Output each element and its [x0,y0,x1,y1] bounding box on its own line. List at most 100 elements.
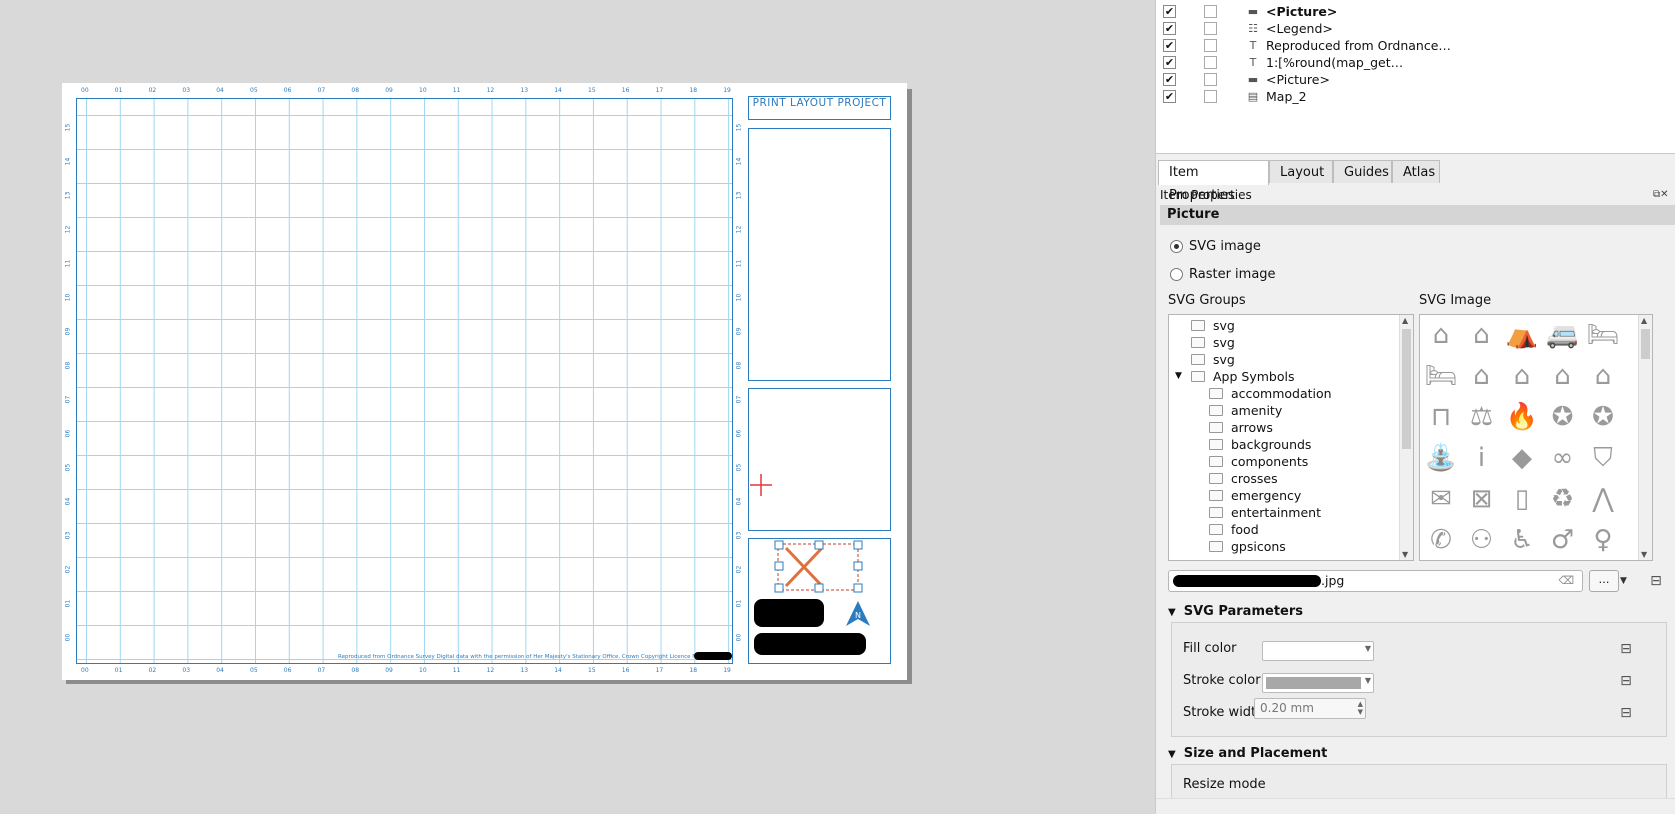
stroke-color-override-icon[interactable]: ⊟ [1616,673,1636,689]
shelter-icon[interactable]: ⌂ [1422,316,1460,354]
stroke-color-button[interactable]: ▼ [1262,673,1374,693]
post-office-icon[interactable]: ⊠ [1463,480,1501,518]
grid-x-label: 04 [216,87,224,94]
tree-item[interactable]: gpsicons [1209,538,1286,555]
bed-icon[interactable]: 🛏 [1422,357,1460,395]
visibility-checkbox[interactable]: ✔ [1163,90,1176,103]
spin-arrows-icon[interactable]: ▲ ▼ [1358,700,1363,716]
handcuffs-icon[interactable]: ∞ [1544,439,1582,477]
caravan-icon[interactable]: 🚐 [1544,316,1582,354]
hostel-icon[interactable]: 🛏 [1584,316,1622,354]
layer-row[interactable]: ✔ ▬ <Picture> [1156,3,1675,21]
layer-row[interactable]: ✔ T Reproduced from Ordnance… [1156,37,1675,55]
stroke-width-spinbox[interactable]: 0.20 mm ▲ ▼ [1254,698,1366,719]
dock-float-close-icons[interactable]: ⧉✕ [1653,189,1669,200]
layer-row[interactable]: ✔ T 1:[%round(map_get… [1156,54,1675,72]
browse-button[interactable]: … [1589,570,1619,592]
panel-horizontal-scrollbar[interactable] [1156,798,1675,814]
lock-checkbox[interactable] [1204,90,1217,103]
shelter-rain-icon[interactable]: ⌂ [1503,357,1541,395]
data-defined-override-icon[interactable]: ⊟ [1646,573,1666,589]
lock-checkbox[interactable] [1204,73,1217,86]
map-item[interactable] [76,98,733,664]
scales-icon[interactable]: ⚖ [1463,398,1501,436]
stroke-width-override-icon[interactable]: ⊟ [1616,705,1636,721]
tree-item[interactable]: accommodation [1209,385,1332,402]
chalet-icon[interactable]: ⌂ [1584,357,1622,395]
layer-row[interactable]: ✔ ▬ <Picture> [1156,71,1675,89]
recycling-icon[interactable]: ♻ [1544,480,1582,518]
selected-picture-placeholder[interactable] [774,540,864,594]
envelope-icon[interactable]: ✉ [1422,480,1460,518]
tree-item[interactable]: food [1209,521,1259,538]
fill-color-button[interactable]: ▼ [1262,641,1374,661]
lock-checkbox[interactable] [1204,39,1217,52]
tree-item[interactable]: crosses [1209,470,1278,487]
raster-image-radio[interactable] [1170,268,1183,281]
fountain-icon[interactable]: ⛲ [1422,439,1460,477]
female-wc-icon[interactable]: ♀ [1584,521,1622,559]
fire-station-icon[interactable]: ✪ [1584,398,1622,436]
picture-item[interactable] [748,388,891,531]
male-wc-icon[interactable]: ♂ [1544,521,1582,559]
bench-icon[interactable]: ⊓ [1422,398,1460,436]
tree-item[interactable]: ▼ App Symbols [1175,368,1294,385]
visibility-checkbox[interactable]: ✔ [1163,73,1176,86]
fire-station-icon[interactable]: ✪ [1544,398,1582,436]
tree-item[interactable]: svg [1191,334,1235,351]
svg-groups-tree[interactable]: svg svg svg ▼ App Symbols accommodation amenit… [1168,314,1414,561]
toilets-icon[interactable]: ⚇ [1463,521,1501,559]
tree-item[interactable]: backgrounds [1209,436,1311,453]
visibility-checkbox[interactable]: ✔ [1163,5,1176,18]
tree-item[interactable]: svg [1191,351,1235,368]
lock-checkbox[interactable] [1204,56,1217,69]
tab-item-properties[interactable]: Item Properties [1158,160,1269,203]
visibility-checkbox[interactable]: ✔ [1163,39,1176,52]
icon-grid-scrollbar[interactable]: ▲ ▼ [1638,315,1652,560]
svg-image-grid[interactable]: ⌂ ⌂ ⛺ 🚐 🛏 🛏 ⌂ ⌂ ⌂ ⌂ ⊓ ⚖ 🔥 ✪ ✪ ⛲ i ◆ ∞ ⛉ ✉ ⊠ ▯ ♻ ⋀ ✆ ⚇ ♿ ♂ ♀ ▲ ▼ [1419,314,1653,561]
police-icon[interactable]: ⛉ [1584,439,1622,477]
grid-x-label: 08 [351,87,360,94]
information-icon[interactable]: i [1463,439,1501,477]
image-path-field[interactable]: .jpg ⌫ [1168,570,1583,592]
tree-item[interactable]: entertainment [1209,504,1321,521]
telephone-icon[interactable]: ✆ [1422,521,1460,559]
tab-layout[interactable]: Layout [1269,160,1333,183]
book-icon[interactable]: ◆ [1503,439,1541,477]
title-label[interactable]: PRINT LAYOUT PROJECT [748,96,891,120]
browse-dropdown-icon[interactable]: ▼ [1620,570,1630,592]
lock-checkbox[interactable] [1204,22,1217,35]
info-box[interactable]: N [748,538,891,664]
tree-item[interactable]: amenity [1209,402,1282,419]
expand-arrow-icon[interactable]: ▼ [1175,368,1182,385]
lock-checkbox[interactable] [1204,5,1217,18]
svg-parameters-header[interactable]: ▼ SVG Parameters [1168,604,1303,619]
clear-path-icon[interactable]: ⌫ [1558,574,1574,587]
visibility-checkbox[interactable]: ✔ [1163,56,1176,69]
credit-text[interactable]: Reproduced from Ordnance Survey Digital … [338,654,707,660]
layout-canvas[interactable]: 00 01 02 03 04 05 06 07 08 09 10 11 12 13 14 15 16 17 18 19… [0,0,1155,813]
visibility-checkbox[interactable]: ✔ [1163,22,1176,35]
tent-icon[interactable]: ⛺ [1503,316,1541,354]
tree-scrollbar[interactable]: ▲ ▼ [1399,315,1413,560]
shelter-rain-icon[interactable]: ⌂ [1544,357,1582,395]
layer-row[interactable]: ✔ ☷ <Legend> [1156,20,1675,38]
fire-icon[interactable]: 🔥 [1503,398,1541,436]
fill-color-override-icon[interactable]: ⊟ [1616,641,1636,657]
svg-image-radio[interactable] [1170,240,1183,253]
tree-item[interactable]: arrows [1209,419,1273,436]
tree-item[interactable]: components [1209,453,1308,470]
phone-box-icon[interactable]: ▯ [1503,480,1541,518]
tab-atlas[interactable]: Atlas [1392,160,1440,183]
legend-item[interactable] [748,128,891,381]
tree-item[interactable]: svg [1191,317,1235,334]
easel-icon[interactable]: ⋀ [1584,480,1622,518]
bed-and-breakfast-icon[interactable]: ⌂ [1463,316,1501,354]
size-placement-header[interactable]: ▼ Size and Placement [1168,746,1327,761]
wheelchair-wc-icon[interactable]: ♿ [1503,521,1541,559]
tab-guides[interactable]: Guides [1333,160,1392,183]
layer-row[interactable]: ✔ ▤ Map_2 [1156,88,1675,106]
north-arrow-icon[interactable]: N [845,600,871,628]
house-icon[interactable]: ⌂ [1463,357,1501,395]
tree-item[interactable]: emergency [1209,487,1301,504]
